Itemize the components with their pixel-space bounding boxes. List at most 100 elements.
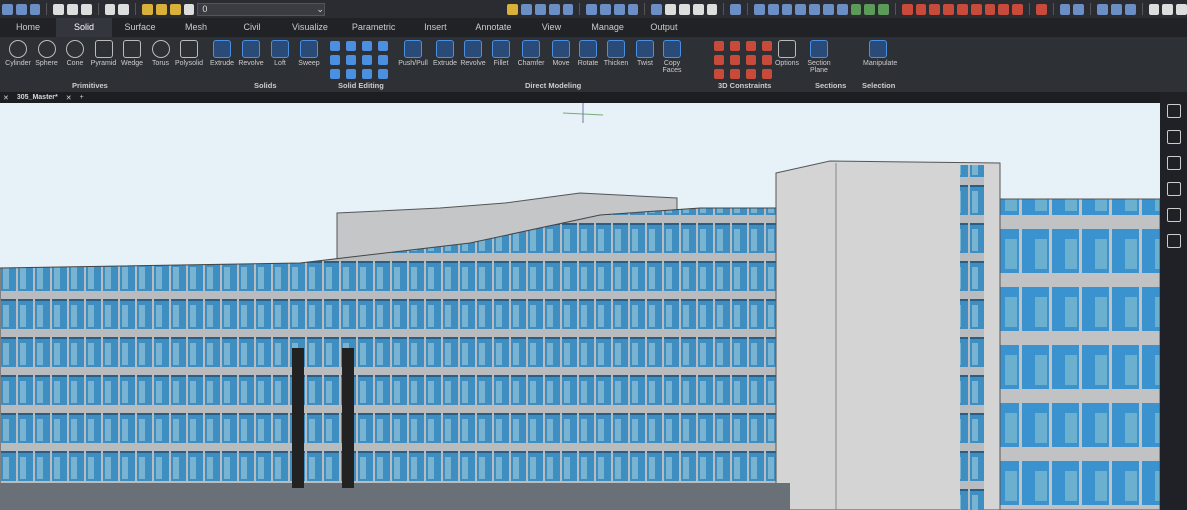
menu-icon[interactable] (2, 3, 13, 15)
tool-icon[interactable] (1124, 3, 1136, 15)
tool-icon[interactable] (562, 3, 574, 15)
constraint-icon[interactable] (956, 3, 968, 15)
constraint-icon[interactable] (1012, 3, 1023, 15)
solid-editing-icon[interactable] (378, 69, 388, 79)
document-tab[interactable]: 305_Master* (17, 94, 58, 101)
tool-icon[interactable] (878, 3, 889, 15)
tool-icon[interactable] (665, 3, 676, 15)
section-plane-button[interactable]: Section Plane (804, 40, 834, 74)
grid-icon[interactable] (1166, 234, 1181, 248)
print-icon[interactable] (53, 3, 65, 15)
structure-icon[interactable] (1166, 182, 1181, 196)
constraint-icon[interactable] (762, 55, 772, 65)
copy-faces-button[interactable]: Copy Faces (657, 40, 687, 74)
solid-editing-icon[interactable] (346, 69, 356, 79)
constraint-icon[interactable] (762, 69, 772, 79)
revolve-button[interactable]: Revolve (458, 40, 488, 67)
tool-icon[interactable] (548, 3, 560, 15)
plot-icon[interactable] (67, 3, 78, 15)
constraint-icon[interactable] (746, 69, 756, 79)
tab-surface[interactable]: Surface (112, 18, 168, 37)
twist-button[interactable]: Twist (630, 40, 660, 67)
bulb-icon[interactable] (142, 3, 153, 15)
layer-dropdown[interactable]: 0 ⌄ (197, 2, 325, 16)
solid-editing-icon[interactable] (362, 41, 372, 51)
constraint-icon[interactable] (730, 41, 740, 51)
sphere-button[interactable]: Sphere (32, 40, 62, 67)
model-viewport[interactable] (0, 103, 1160, 510)
tool-icon[interactable] (651, 3, 663, 15)
redo-icon[interactable] (118, 3, 130, 15)
globe-icon[interactable] (1073, 3, 1085, 15)
cloud-icon[interactable] (1166, 208, 1181, 222)
tool-icon[interactable] (754, 3, 765, 15)
torus-button[interactable]: Torus (146, 40, 176, 67)
undo-icon[interactable] (104, 3, 116, 15)
view-icon[interactable] (586, 3, 598, 15)
open-icon[interactable] (29, 3, 41, 15)
solid-editing-icon[interactable] (378, 55, 388, 65)
tool-icon[interactable] (706, 3, 718, 15)
tab-view[interactable]: View (523, 18, 579, 37)
wedge-button[interactable]: Wedge (117, 40, 147, 67)
solid-editing-icon[interactable] (346, 41, 356, 51)
tool-icon[interactable] (1162, 3, 1174, 15)
extrude-button[interactable]: Extrude (207, 40, 237, 67)
constraint-icon[interactable] (730, 69, 740, 79)
solid-editing-icon[interactable] (330, 41, 340, 51)
constraint-icon[interactable] (998, 3, 1010, 15)
constraint-icon[interactable] (714, 69, 724, 79)
sun-icon[interactable] (155, 3, 167, 15)
tool-icon[interactable] (521, 3, 532, 15)
grid-icon[interactable] (1059, 3, 1071, 15)
close-icon[interactable] (1035, 3, 1047, 15)
constraint-icon[interactable] (714, 41, 724, 51)
tool-icon[interactable] (822, 3, 834, 15)
polysolid-button[interactable]: Polysolid (174, 40, 204, 67)
preview-icon[interactable] (80, 3, 92, 15)
pyramid-button[interactable]: Pyramid (89, 40, 119, 67)
constraint-icon[interactable] (984, 3, 996, 15)
constraint-icon[interactable] (714, 55, 724, 65)
close-tab-icon[interactable]: ✕ (66, 94, 72, 102)
sweep-button[interactable]: Sweep (294, 40, 324, 67)
tool-icon[interactable] (809, 3, 820, 15)
extrude-button[interactable]: Extrude (430, 40, 460, 67)
solid-editing-icon[interactable] (378, 41, 388, 51)
tool-icon[interactable] (692, 3, 704, 15)
close-icon[interactable]: ✕ (3, 94, 9, 102)
constraint-icon[interactable] (901, 3, 913, 15)
options-button[interactable]: Options (772, 40, 802, 67)
view-icon[interactable] (627, 3, 639, 15)
constraint-icon[interactable] (746, 41, 756, 51)
tool-icon[interactable] (781, 3, 793, 15)
view-icon[interactable] (600, 3, 611, 15)
solid-editing-icon[interactable] (330, 69, 340, 79)
chamfer-button[interactable]: Chamfer (516, 40, 546, 67)
tool-icon[interactable] (767, 3, 779, 15)
constraint-icon[interactable] (746, 55, 756, 65)
revolve-button[interactable]: Revolve (236, 40, 266, 67)
tab-manage[interactable]: Manage (579, 18, 636, 37)
solid-editing-icon[interactable] (362, 69, 372, 79)
cone-button[interactable]: Cone (60, 40, 90, 67)
printer-icon[interactable] (183, 3, 195, 15)
view-icon[interactable] (613, 3, 625, 15)
loft-button[interactable]: Loft (265, 40, 295, 67)
thicken-button[interactable]: Thicken (601, 40, 631, 67)
tab-mesh[interactable]: Mesh (168, 18, 224, 37)
list-icon[interactable] (1097, 3, 1108, 15)
move-button[interactable]: Move (546, 40, 576, 67)
cylinder-button[interactable]: Cylinder (3, 40, 33, 67)
constraint-icon[interactable] (929, 3, 941, 15)
constraint-icon[interactable] (970, 3, 982, 15)
zoom-icon[interactable] (795, 3, 807, 15)
new-icon[interactable] (15, 3, 27, 15)
tab-home[interactable]: Home (0, 18, 56, 37)
tab-solid[interactable]: Solid (56, 18, 112, 37)
tab-output[interactable]: Output (636, 18, 692, 37)
solid-editing-icon[interactable] (362, 55, 372, 65)
tab-parametric[interactable]: Parametric (340, 18, 408, 37)
tool-icon[interactable] (836, 3, 848, 15)
tool-icon[interactable] (1176, 3, 1187, 15)
